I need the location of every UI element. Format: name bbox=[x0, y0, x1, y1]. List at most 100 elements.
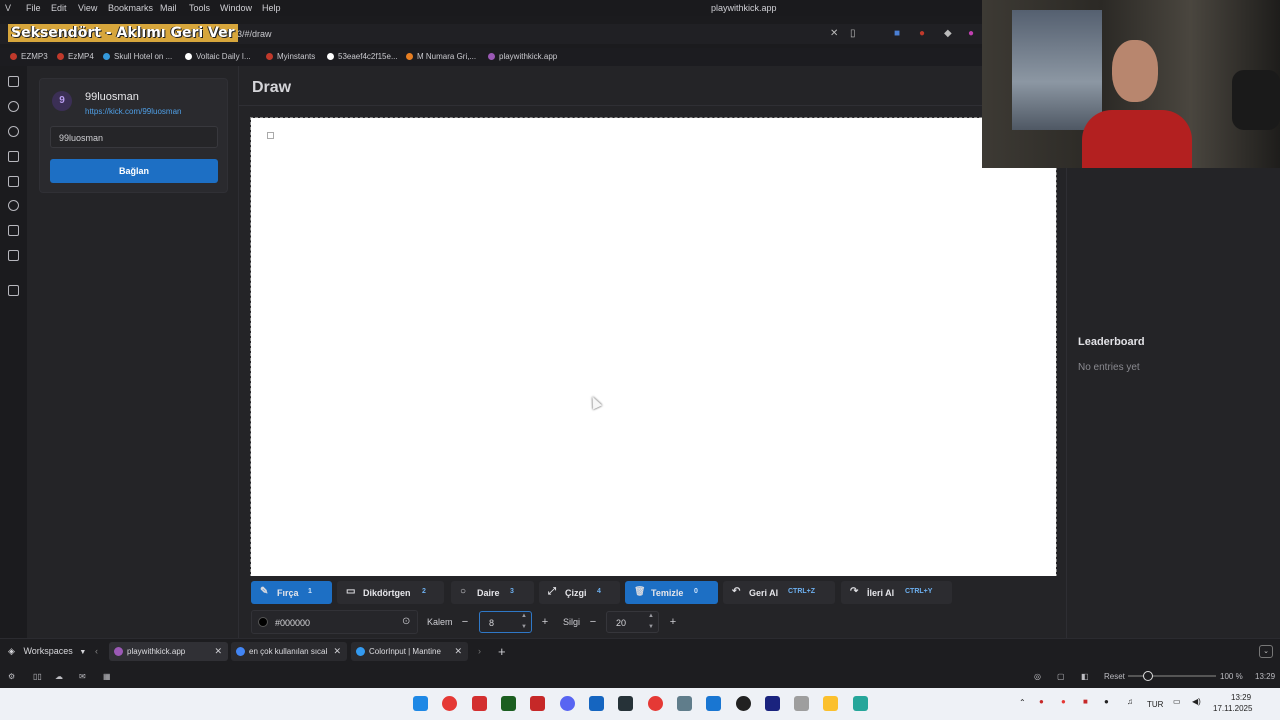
panel-history-icon[interactable] bbox=[8, 126, 19, 137]
bookmark-item[interactable]: EZMP3 bbox=[10, 52, 48, 61]
eraser-decrease-button[interactable]: − bbox=[586, 614, 600, 630]
color-value[interactable]: #000000 bbox=[275, 618, 310, 628]
microphone-icon[interactable]: ♫ bbox=[1127, 697, 1133, 706]
chrome-icon[interactable] bbox=[442, 696, 457, 711]
close-tab-icon[interactable]: ✕ bbox=[454, 646, 462, 657]
tab-playwithkick[interactable]: playwithkick.app ✕ bbox=[109, 642, 228, 661]
translate-icon[interactable]: ✕ bbox=[830, 28, 838, 39]
eraser-spin-down-icon[interactable]: ▼ bbox=[648, 624, 654, 630]
channel-link[interactable]: https://kick.com/99luosman bbox=[85, 107, 181, 116]
language-indicator[interactable]: TUR bbox=[1147, 700, 1163, 709]
filezilla-icon[interactable] bbox=[530, 696, 545, 711]
davinci-icon[interactable] bbox=[618, 696, 633, 711]
menu-mail[interactable]: Mail bbox=[160, 3, 177, 13]
bookmark-item[interactable]: 53eaef4c2f15e... bbox=[327, 52, 398, 61]
vivaldi-icon[interactable] bbox=[472, 696, 487, 711]
tray-capture-icon[interactable]: ■ bbox=[1083, 697, 1088, 706]
menu-window[interactable]: Window bbox=[220, 3, 252, 13]
page-actions-icon[interactable]: ◧ bbox=[1081, 672, 1089, 681]
eyedropper-icon[interactable]: ⊙ bbox=[402, 616, 410, 627]
zoom-slider-thumb[interactable] bbox=[1143, 671, 1153, 681]
tray-overflow-icon[interactable]: ⌃ bbox=[1019, 698, 1026, 707]
tray-g-icon[interactable]: ● bbox=[1104, 697, 1109, 706]
panel-toggle-icon[interactable]: ⚙ bbox=[8, 672, 15, 681]
outlook-icon[interactable] bbox=[706, 696, 721, 711]
tabs-back-icon[interactable]: ‹ bbox=[95, 646, 98, 656]
panel-add-icon[interactable] bbox=[8, 285, 19, 296]
panel-mail-icon[interactable] bbox=[8, 200, 19, 211]
extension-translate-icon[interactable]: ■ bbox=[894, 28, 900, 39]
volume-icon[interactable]: ◀) bbox=[1192, 697, 1201, 706]
tray-record-icon[interactable]: ● bbox=[1061, 697, 1066, 706]
extension-kick-icon[interactable]: ● bbox=[968, 28, 974, 39]
sync-cloud-icon[interactable]: ☁ bbox=[55, 672, 63, 681]
menu-help[interactable]: Help bbox=[262, 3, 281, 13]
menu-tools[interactable]: Tools bbox=[189, 3, 210, 13]
extension-shield-icon[interactable]: ◆ bbox=[944, 28, 952, 39]
taskbar-date[interactable]: 17.11.2025 bbox=[1213, 704, 1252, 713]
tabs-forward-icon[interactable]: › bbox=[478, 646, 481, 656]
panel-notes-icon[interactable] bbox=[8, 151, 19, 162]
obs-record-icon[interactable] bbox=[648, 696, 663, 711]
mail-icon[interactable]: ✉ bbox=[79, 672, 86, 681]
terminal-icon[interactable] bbox=[501, 696, 516, 711]
bookmark-item[interactable]: Voltaic Daily I... bbox=[185, 52, 251, 61]
file-explorer-icon[interactable] bbox=[823, 696, 838, 711]
tab-mantine[interactable]: ColorInput | Mantine ✕ bbox=[351, 642, 468, 661]
pen-decrease-button[interactable]: − bbox=[458, 614, 472, 630]
calendar-icon[interactable]: ▦ bbox=[103, 672, 111, 681]
panel-calendar-icon[interactable] bbox=[8, 225, 19, 236]
extension-record-icon[interactable]: ● bbox=[919, 28, 925, 39]
steam-icon[interactable] bbox=[765, 696, 780, 711]
eraser-spin-up-icon[interactable]: ▲ bbox=[648, 613, 654, 619]
page-tiling-icon[interactable]: ▢ bbox=[1057, 672, 1065, 681]
connect-button[interactable]: Bağlan bbox=[50, 159, 218, 183]
close-tab-icon[interactable]: ✕ bbox=[333, 646, 341, 657]
redo-button[interactable]: ↷ İleri Al CTRL+Y bbox=[841, 581, 952, 604]
pen-spin-up-icon[interactable]: ▲ bbox=[521, 613, 527, 619]
panel-feeds-icon[interactable] bbox=[8, 250, 19, 261]
bookmark-item[interactable]: EzMP4 bbox=[57, 52, 94, 61]
explorer-window-icon[interactable] bbox=[677, 696, 692, 711]
tab-search[interactable]: en çok kullanılan sıcak ✕ bbox=[231, 642, 347, 661]
capture-icon[interactable]: ◎ bbox=[1034, 672, 1041, 681]
obs-icon[interactable] bbox=[736, 696, 751, 711]
pen-spin-down-icon[interactable]: ▼ bbox=[521, 624, 527, 630]
tool-circle-button[interactable]: ○ Daire 3 bbox=[451, 581, 534, 604]
tool-rectangle-button[interactable]: ▭ Dikdörtgen 2 bbox=[337, 581, 444, 604]
bookmark-item[interactable]: playwithkick.app bbox=[488, 52, 557, 61]
tool-line-button[interactable]: ⤢ Çizgi 4 bbox=[539, 581, 620, 604]
vivaldi-logo-icon[interactable]: V bbox=[5, 3, 15, 13]
eraser-increase-button[interactable]: + bbox=[666, 614, 680, 630]
menu-edit[interactable]: Edit bbox=[51, 3, 67, 13]
bookmark-item[interactable]: Skull Hotel on ... bbox=[103, 52, 172, 61]
panel-translate-icon[interactable] bbox=[8, 176, 19, 187]
tray-app-icon[interactable]: ● bbox=[1039, 697, 1044, 706]
workspaces-button[interactable]: ◈ Workspaces ▼ bbox=[8, 646, 86, 657]
drawing-canvas[interactable] bbox=[250, 117, 1057, 577]
undo-button[interactable]: ↶ Geri Al CTRL+Z bbox=[723, 581, 835, 604]
channel-input[interactable]: 99luosman bbox=[50, 126, 218, 148]
tools-icon[interactable] bbox=[794, 696, 809, 711]
panel-bookmarks-icon[interactable] bbox=[8, 76, 19, 87]
zoom-reset-button[interactable]: Reset bbox=[1104, 672, 1125, 681]
discord-icon[interactable] bbox=[560, 696, 575, 711]
bookmark-item[interactable]: Myinstants bbox=[266, 52, 315, 61]
network-icon[interactable]: ▭ bbox=[1173, 697, 1181, 706]
new-tab-icon[interactable]: + bbox=[498, 644, 506, 659]
menu-bookmarks[interactable]: Bookmarks bbox=[108, 3, 153, 13]
bookmark-icon[interactable]: ▯ bbox=[850, 28, 856, 39]
tool-brush-button[interactable]: ✎ Fırça 1 bbox=[251, 581, 332, 604]
menu-file[interactable]: File bbox=[26, 3, 41, 13]
menu-view[interactable]: View bbox=[78, 3, 97, 13]
close-tab-icon[interactable]: ✕ bbox=[214, 646, 222, 657]
panel-downloads-icon[interactable] bbox=[8, 101, 19, 112]
pen-increase-button[interactable]: + bbox=[538, 614, 552, 630]
app-c-icon[interactable] bbox=[589, 696, 604, 711]
bookmark-item[interactable]: M Numara Gri,... bbox=[406, 52, 476, 61]
tab-list-icon[interactable]: ⌄ bbox=[1259, 645, 1273, 658]
taskbar-time[interactable]: 13:29 bbox=[1231, 693, 1251, 702]
color-swatch[interactable] bbox=[258, 617, 268, 627]
notepad-icon[interactable] bbox=[853, 696, 868, 711]
start-icon[interactable] bbox=[413, 696, 428, 711]
